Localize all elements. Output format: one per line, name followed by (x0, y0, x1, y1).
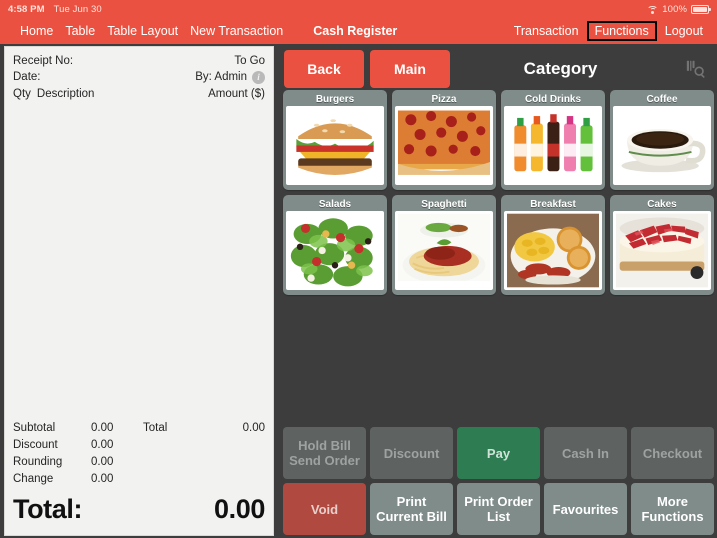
status-time: 4:58 PM (8, 3, 45, 15)
rounding-row: Rounding 0.00 (13, 454, 265, 471)
battery-percent-label: 100% (662, 3, 687, 15)
subtotal-row: Subtotal 0.00 Total 0.00 (13, 420, 265, 437)
rounding-value: 0.00 (91, 456, 114, 468)
category-label: Salads (318, 199, 352, 210)
category-label: Pizza (431, 94, 457, 105)
battery-icon (691, 4, 711, 14)
print-current-bill-button[interactable]: Print Current Bill (370, 483, 453, 535)
spaghetti-photo (395, 211, 493, 290)
category-tile-cold-drinks[interactable]: Cold Drinks (501, 90, 605, 190)
void-button[interactable]: Void (283, 483, 366, 535)
action-button-grid: Hold Bill Send Order Discount Pay Cash I… (283, 427, 714, 535)
category-tile-grid: Burgers Pizza Cold Drinks Coffee Salads … (283, 90, 714, 295)
more-functions-button[interactable]: More Functions (631, 483, 714, 535)
receipt-no-row: Receipt No: To Go (13, 53, 265, 69)
grand-total-row: Total: 0.00 (5, 488, 273, 535)
category-label: Breakfast (530, 199, 576, 210)
total-side-value: 0.00 (242, 422, 265, 434)
category-panel: Back Main Category Burgers Pizza Cold Dr… (280, 44, 717, 538)
receipt-panel: Receipt No: To Go Date: By: Admin i Qty … (4, 46, 274, 536)
main-content: Receipt No: To Go Date: By: Admin i Qty … (0, 44, 717, 538)
info-icon[interactable]: i (252, 70, 265, 84)
nav-logout[interactable]: Logout (659, 22, 709, 40)
nav-home[interactable]: Home (14, 22, 59, 40)
search-icon[interactable] (685, 58, 707, 80)
pizza-photo (395, 106, 493, 185)
nav-table[interactable]: Table (59, 22, 101, 40)
favourites-button[interactable]: Favourites (544, 483, 627, 535)
category-label: Coffee (646, 94, 678, 105)
salad-photo (286, 211, 384, 290)
discount-button[interactable]: Discount (370, 427, 453, 479)
discount-label: Discount (13, 439, 58, 451)
hold-bill-send-order-button[interactable]: Hold Bill Send Order (283, 427, 366, 479)
rounding-label: Rounding (13, 456, 63, 468)
receipt-no-label: Receipt No: (13, 55, 74, 67)
category-tile-spaghetti[interactable]: Spaghetti (392, 195, 496, 295)
change-value: 0.00 (91, 473, 114, 485)
receipt-items-list[interactable] (5, 100, 273, 420)
print-order-list-button[interactable]: Print Order List (457, 483, 540, 535)
discount-row: Discount 0.00 (13, 437, 265, 454)
cash-in-button[interactable]: Cash In (544, 427, 627, 479)
category-label: Cakes (647, 199, 677, 210)
category-tile-burgers[interactable]: Burgers (283, 90, 387, 190)
wifi-icon (647, 5, 659, 14)
top-navigation-bar: Home Table Table Layout New Transaction … (0, 18, 717, 44)
total-side-label: Total (143, 422, 168, 434)
ios-status-bar: 4:58 PM Tue Jun 30 100% (0, 0, 717, 18)
col-qty-header: Qty (13, 88, 31, 100)
category-tile-pizza[interactable]: Pizza (392, 90, 496, 190)
category-label: Burgers (315, 94, 355, 105)
receipt-operator-value: By: Admin (195, 71, 247, 83)
nav-right-group: Transaction Functions Logout (508, 21, 709, 41)
receipt-date-row: Date: By: Admin i (13, 69, 265, 85)
status-date: Tue Jun 30 (53, 3, 102, 15)
subtotal-value: 0.00 (91, 422, 114, 434)
back-button[interactable]: Back (284, 50, 364, 88)
category-toolbar: Back Main Category (280, 44, 717, 90)
grand-total-label: Total: (13, 494, 83, 524)
soda-bottles-photo (504, 106, 602, 185)
discount-value: 0.00 (91, 439, 114, 451)
receipt-no-value: To Go (234, 55, 265, 67)
checkout-button[interactable]: Checkout (631, 427, 714, 479)
receipt-date-label: Date: (13, 71, 41, 83)
nav-functions[interactable]: Functions (586, 21, 657, 41)
category-title: Category (523, 59, 598, 78)
category-tile-breakfast[interactable]: Breakfast (501, 195, 605, 295)
receipt-header: Receipt No: To Go Date: By: Admin i (5, 47, 273, 87)
page-title: Cash Register (313, 24, 398, 38)
change-label: Change (13, 473, 54, 485)
pay-button[interactable]: Pay (457, 427, 540, 479)
cash-register-app: 4:58 PM Tue Jun 30 100% Home Table Table… (0, 0, 717, 538)
receipt-totals: Subtotal 0.00 Total 0.00 Discount 0.00 R… (5, 420, 273, 488)
category-label: Cold Drinks (524, 94, 582, 105)
category-tile-cakes[interactable]: Cakes (610, 195, 714, 295)
col-description-header: Description (36, 88, 95, 100)
change-row: Change 0.00 (13, 471, 265, 488)
coffee-cup-photo (613, 106, 711, 185)
receipt-column-headers: Qty Description Amount ($) (5, 87, 273, 100)
status-indicators: 100% (647, 3, 711, 15)
category-tile-coffee[interactable]: Coffee (610, 90, 714, 190)
strawberry-cake-photo (613, 211, 711, 290)
category-tile-salads[interactable]: Salads (283, 195, 387, 295)
col-amount-header: Amount ($) (208, 88, 265, 100)
subtotal-label: Subtotal (13, 422, 56, 434)
nav-new-transaction[interactable]: New Transaction (184, 22, 289, 40)
category-label: Spaghetti (421, 199, 467, 210)
nav-table-layout[interactable]: Table Layout (101, 22, 184, 40)
nav-transaction[interactable]: Transaction (508, 22, 585, 40)
grand-total-value: 0.00 (214, 494, 265, 524)
breakfast-photo (504, 211, 602, 290)
burger-photo (286, 106, 384, 185)
